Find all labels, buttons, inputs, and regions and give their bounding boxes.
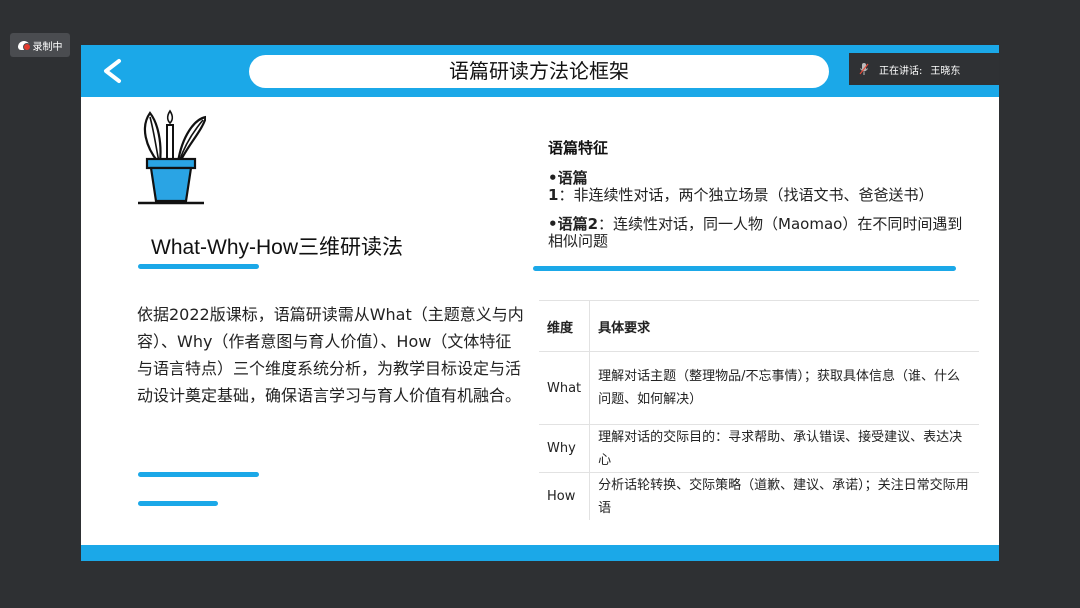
slide-title: 语篇研读方法论框架 (249, 55, 829, 88)
back-arrow-icon[interactable] (99, 57, 127, 85)
table-row: What 理解对话主题（整理物品/不忘事情）；获取具体信息（谁、什么问题、如何解… (539, 351, 979, 425)
mic-muted-icon (859, 63, 869, 75)
plant-pot-icon (138, 109, 206, 205)
slide-footer-bar (81, 545, 999, 561)
accent-line (138, 472, 259, 477)
table-row: How 分析话轮转换、交际策略（道歉、建议、承诺）；关注日常交际用语 (539, 472, 979, 520)
table-header-requirement: 具体要求 (589, 300, 979, 352)
feature-text: ：非连续性对话，两个独立场景（找语文书、爸爸送书） (558, 186, 934, 204)
recording-label: 录制中 (32, 41, 63, 53)
table-header-dimension: 维度 (539, 300, 591, 352)
table-cell-dimension: How (539, 472, 591, 520)
method-description: 依据2022版课标，语篇研读需从What（主题意义与内容）、Why（作者意图与育… (137, 305, 524, 405)
feature-text: ：连续性对话，同一人物（Maomao）在不同时间遇到相似问题 (548, 215, 963, 250)
table-row: Why 理解对话的交际目的：寻求帮助、承认错误、接受建议、表达决心 (539, 424, 979, 473)
table-cell-dimension: Why (539, 424, 591, 473)
accent-line (533, 266, 956, 271)
table-cell-requirement: 分析话轮转换、交际策略（道歉、建议、承诺）；关注日常交际用语 (589, 472, 979, 520)
table-cell-requirement: 理解对话的交际目的：寻求帮助、承认错误、接受建议、表达决心 (589, 424, 979, 473)
table-header-row: 维度 具体要求 (539, 300, 979, 352)
speaking-indicator: 正在讲话: 王晓东 (849, 53, 999, 85)
speaker-name: 王晓东 (930, 65, 961, 77)
feature-label: •语篇2 (548, 215, 599, 233)
table-cell-requirement: 理解对话主题（整理物品/不忘事情）；获取具体信息（谁、什么问题、如何解决） (589, 351, 979, 425)
cloud-record-icon (17, 40, 31, 51)
slide: 语篇研读方法论框架 正在讲话: 王晓东 What-Why-How三维研读法 依据… (81, 45, 999, 561)
requirements-table: 维度 具体要求 What 理解对话主题（整理物品/不忘事情）；获取具体信息（谁、… (539, 300, 979, 520)
features-title: 语篇特征 (548, 139, 609, 157)
accent-line (138, 501, 218, 506)
feature-item: •语篇2：连续性对话，同一人物（Maomao）在不同时间遇到相似问题 (548, 216, 968, 250)
method-title: What-Why-How三维研读法 (151, 236, 404, 259)
feature-item: •语篇1：非连续性对话，两个独立场景（找语文书、爸爸送书） (548, 170, 968, 204)
speaking-label: 正在讲话: (879, 65, 923, 77)
slide-header-bar: 语篇研读方法论框架 正在讲话: 王晓东 (81, 45, 999, 97)
accent-line (138, 264, 259, 269)
recording-badge[interactable]: 录制中 (10, 33, 70, 57)
table-cell-dimension: What (539, 351, 591, 425)
